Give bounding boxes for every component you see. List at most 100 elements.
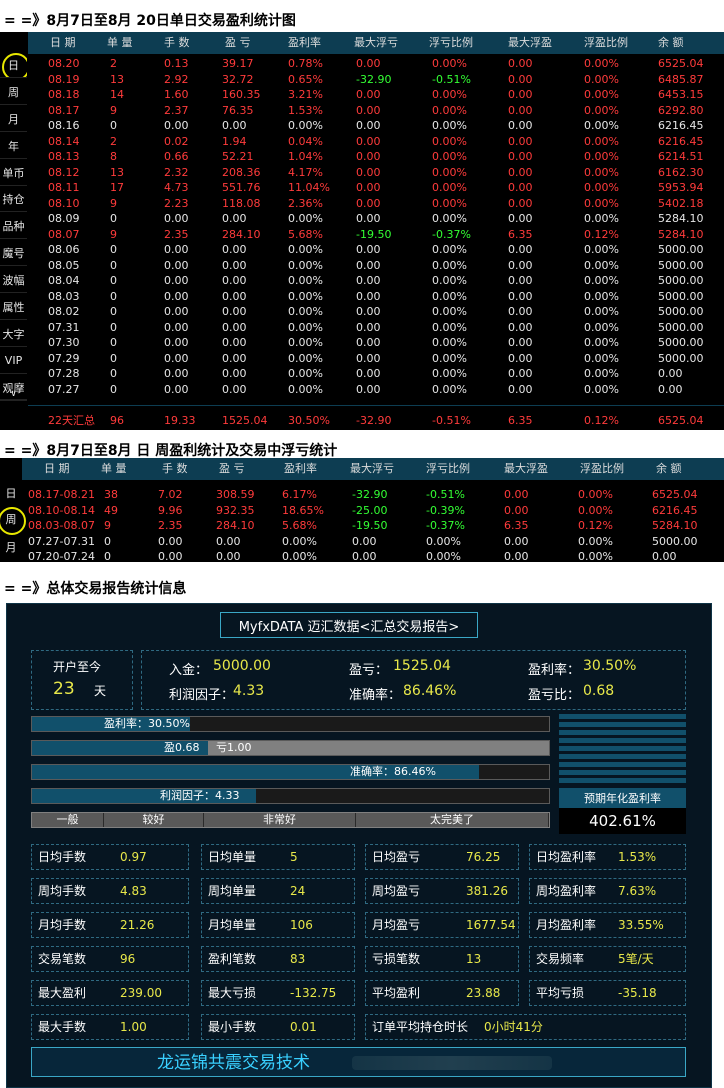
cell-orders: 0	[110, 336, 117, 349]
weekly-col-header-rate[interactable]: 盈利率	[284, 458, 317, 480]
cell-orders: 14	[110, 88, 124, 101]
table-row[interactable]: 08.07 9 2.35 284.10 5.68% -19.50 -0.37% 6.35 0.1…	[28, 227, 724, 243]
nav-btn-4[interactable]: 单币	[0, 160, 27, 186]
profit-factor-label: 利润因子：	[169, 688, 235, 703]
avg-hold-time-label: 订单平均持仓时长	[372, 1020, 469, 1034]
cell-maxgain: 0.00	[508, 88, 533, 101]
stat-label: 日均单量	[208, 850, 257, 864]
table-row[interactable]: 08.12 13 2.32 208.36 4.17% 0.00 0.00% 0.00 0.00%…	[28, 165, 724, 181]
table-row[interactable]: 08.10-08.14 49 9.96 932.35 18.65% -25.00 -0.39…	[22, 503, 724, 518]
table-row[interactable]: 07.27-07.31 0 0.00 0.00 0.00% 0.00 0.00% 0.00 0.…	[22, 534, 724, 549]
nav-btn-1[interactable]: 周	[0, 79, 27, 105]
cell-pl: 1.94	[222, 134, 247, 148]
cell-lots: 2.37	[164, 103, 189, 117]
table-row[interactable]: 08.02 0 0.00 0.00 0.00% 0.00 0.00% 0.00 0.00% 500…	[28, 304, 724, 320]
weekly-nav-0[interactable]: 日	[0, 480, 22, 506]
nav-btn-5[interactable]: 持仓	[0, 186, 27, 212]
table-row[interactable]: 08.19 13 2.92 32.72 0.65% -32.90 -0.51% 0.00 0.0…	[28, 72, 724, 88]
stat-value: -132.75	[290, 986, 337, 1000]
stat-3-3: 交易频率 5笔/天	[529, 946, 686, 972]
stat-value: 5	[290, 850, 298, 864]
table-row[interactable]: 08.05 0 0.00 0.00 0.00% 0.00 0.00% 0.00 0.00% 500…	[28, 258, 724, 274]
table-row[interactable]: 08.17-08.21 38 7.02 308.59 6.17% -32.90 -0.51%…	[22, 487, 724, 502]
col-header-pl[interactable]: 盈 亏	[225, 32, 251, 54]
cell-rate: 0.00%	[288, 289, 323, 303]
table-row[interactable]: 07.28 0 0.00 0.00 0.00% 0.00 0.00% 0.00 0.00% 0.0…	[28, 366, 724, 382]
col-header-rate[interactable]: 盈利率	[288, 32, 321, 54]
cell-gainratio: 0.00%	[578, 534, 613, 548]
nav-btn-10[interactable]: 大字	[0, 321, 27, 347]
cell-lots: 0.00	[164, 274, 189, 287]
stat-label: 周均单量	[208, 884, 257, 898]
nav-btn-3[interactable]: 年	[0, 133, 27, 159]
cell-maxloss: -32.90	[352, 488, 388, 501]
table-row[interactable]: 08.13 8 0.66 52.21 1.04% 0.00 0.00% 0.00 0.00% 62…	[28, 149, 724, 165]
weekly-col-header-orders[interactable]: 单 量	[101, 458, 127, 480]
table-row[interactable]: 08.03 0 0.00 0.00 0.00% 0.00 0.00% 0.00 0.00% 500…	[28, 289, 724, 305]
stat-label: 最大亏损	[208, 986, 257, 1000]
nav-btn-13[interactable]: ∨	[0, 388, 27, 400]
nav-btn-2[interactable]: 月	[0, 106, 27, 132]
nav-btn-0[interactable]: 日	[0, 52, 27, 78]
col-header-maxloss[interactable]: 最大浮亏	[354, 32, 398, 54]
col-header-maxgain[interactable]: 最大浮盈	[508, 32, 552, 54]
col-header-orders[interactable]: 单 量	[107, 32, 133, 54]
nav-btn-7[interactable]: 魔号	[0, 240, 27, 266]
table-row[interactable]: 08.11 17 4.73 551.76 11.04% 0.00 0.00% 0.00 0.00…	[28, 180, 724, 196]
cell-maxloss: 0.00	[356, 103, 381, 117]
nav-btn-6[interactable]: 品种	[0, 213, 27, 239]
table-row[interactable]: 08.04 0 0.00 0.00 0.00% 0.00 0.00% 0.00 0.00% 500…	[28, 273, 724, 289]
table-row[interactable]: 08.03-08.07 9 2.35 284.10 5.68% -19.50 -0.37% 6…	[22, 518, 724, 533]
weekly-col-header-gainratio[interactable]: 浮盈比例	[580, 458, 624, 480]
nav-btn-8[interactable]: 波幅	[0, 267, 27, 293]
col-header-gainratio[interactable]: 浮盈比例	[584, 32, 628, 54]
weekly-col-header-lossratio[interactable]: 浮亏比例	[426, 458, 470, 480]
table-row[interactable]: 08.18 14 1.60 160.35 3.21% 0.00 0.00% 0.00 0.00%…	[28, 87, 724, 103]
stat-0-2: 日均盈亏 76.25	[365, 844, 519, 870]
summary-gainratio: 0.12%	[584, 414, 619, 427]
weekly-col-header-date[interactable]: 日 期	[44, 458, 70, 480]
col-header-lossratio[interactable]: 浮亏比例	[429, 32, 473, 54]
col-header-date[interactable]: 日 期	[50, 32, 76, 54]
cell-rate: 0.00%	[288, 305, 323, 318]
cell-maxgain: 0.00	[508, 382, 533, 396]
table-row[interactable]: 07.29 0 0.00 0.00 0.00% 0.00 0.00% 0.00 0.00% 500…	[28, 351, 724, 367]
cell-rate: 0.00%	[288, 351, 323, 365]
weekly-col-header-pl[interactable]: 盈 亏	[219, 458, 245, 480]
cell-date: 08.14	[48, 134, 80, 148]
table-row[interactable]: 08.14 2 0.02 1.94 0.04% 0.00 0.00% 0.00 0.00% 621…	[28, 134, 724, 150]
table-row[interactable]: 08.20 2 0.13 39.17 0.78% 0.00 0.00% 0.00 0.00% 65…	[28, 56, 724, 72]
table-row[interactable]: 07.20-07.24 0 0.00 0.00 0.00% 0.00 0.00% 0.00 0.…	[22, 549, 724, 564]
annual-stripe	[559, 746, 686, 751]
table-row[interactable]: 07.31 0 0.00 0.00 0.00% 0.00 0.00% 0.00 0.00% 500…	[28, 320, 724, 336]
cell-orders: 0	[110, 367, 117, 380]
table-row[interactable]: 07.27 0 0.00 0.00 0.00% 0.00 0.00% 0.00 0.00% 0.0…	[28, 382, 724, 398]
cell-pl: 551.76	[222, 181, 261, 194]
cell-pl: 0.00	[222, 382, 247, 396]
nav-btn-9[interactable]: 属性	[0, 294, 27, 320]
cell-date: 08.17-08.21	[28, 488, 95, 501]
cell-maxloss: 0.00	[356, 57, 381, 70]
weekly-nav-2[interactable]: 月	[0, 534, 22, 560]
weekly-col-header-balance[interactable]: 余 额	[656, 458, 682, 480]
col-header-lots[interactable]: 手 数	[164, 32, 190, 54]
weekly-col-header-lots[interactable]: 手 数	[162, 458, 188, 480]
cell-rate: 0.00%	[288, 243, 323, 256]
table-row[interactable]: 07.30 0 0.00 0.00 0.00% 0.00 0.00% 0.00 0.00% 500…	[28, 335, 724, 351]
col-header-balance[interactable]: 余 额	[658, 32, 684, 54]
cell-maxloss: 0.00	[356, 150, 381, 163]
cell-lots: 0.00	[164, 351, 189, 365]
table-row[interactable]: 08.09 0 0.00 0.00 0.00% 0.00 0.00% 0.00 0.00% 528…	[28, 211, 724, 227]
nav-btn-11[interactable]: VIP	[0, 348, 27, 374]
section-title-weekly: = =》8月7日至8月 日 周盈利统计及交易中浮亏统计	[4, 443, 338, 459]
weekly-col-header-maxloss[interactable]: 最大浮亏	[350, 458, 394, 480]
cell-balance: 6216.45	[658, 134, 704, 148]
table-row[interactable]: 08.17 9 2.37 76.35 1.53% 0.00 0.00% 0.00 0.00% 62…	[28, 103, 724, 119]
cell-balance: 6525.04	[658, 57, 704, 70]
table-row[interactable]: 08.10 9 2.23 118.08 2.36% 0.00 0.00% 0.00 0.00% 5…	[28, 196, 724, 212]
table-row[interactable]: 08.16 0 0.00 0.00 0.00% 0.00 0.00% 0.00 0.00% 621…	[28, 118, 724, 134]
cell-balance: 0.00	[652, 550, 677, 563]
table-row[interactable]: 08.06 0 0.00 0.00 0.00% 0.00 0.00% 0.00 0.00% 500…	[28, 242, 724, 258]
weekly-nav-1[interactable]: 周	[0, 506, 26, 535]
weekly-col-header-maxgain[interactable]: 最大浮盈	[504, 458, 548, 480]
